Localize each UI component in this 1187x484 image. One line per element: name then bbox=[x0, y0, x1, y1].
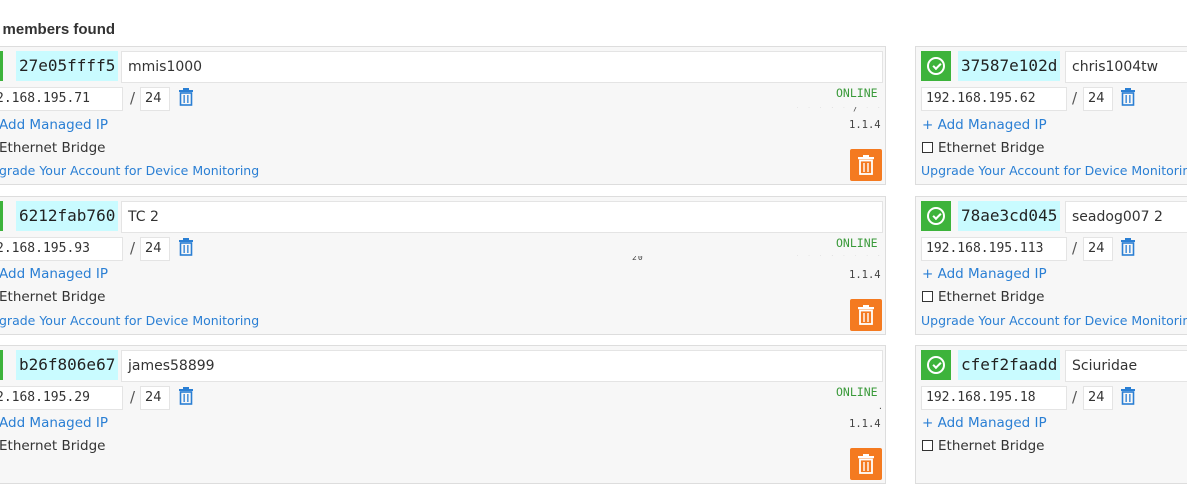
ethernet-bridge-checkbox[interactable] bbox=[922, 291, 933, 302]
upgrade-account-link[interactable]: Upgrade Your Account for Device Monitori… bbox=[921, 163, 1187, 178]
status-online: ONLINE bbox=[836, 236, 878, 250]
delete-member-button[interactable] bbox=[850, 448, 882, 480]
upgrade-account-link[interactable]: grade Your Account for Device Monitoring bbox=[0, 163, 259, 178]
managed-ip-input[interactable]: 2.168.195.71 bbox=[0, 87, 123, 111]
truncated-text: . bbox=[878, 405, 884, 411]
add-managed-ip-link[interactable]: Add Managed IP bbox=[0, 415, 108, 431]
member-name-input[interactable]: Sciuridae bbox=[1065, 350, 1187, 382]
ip-mask-input[interactable]: 24 bbox=[1083, 87, 1113, 111]
check-circle-icon[interactable] bbox=[0, 350, 3, 380]
trash-icon[interactable] bbox=[1120, 88, 1136, 106]
ethernet-bridge-checkbox[interactable] bbox=[922, 440, 933, 451]
ip-slash: / bbox=[130, 89, 136, 107]
ip-mask-input[interactable]: 24 bbox=[140, 386, 170, 410]
ip-mask-input[interactable]: 24 bbox=[140, 87, 170, 111]
node-id[interactable]: 78ae3cd045 bbox=[958, 201, 1061, 231]
node-id[interactable]: b26f806e67 bbox=[16, 350, 119, 380]
member-card: 78ae3cd045 seadog007 2 192.168.195.113 /… bbox=[915, 196, 1187, 335]
ip-slash: / bbox=[130, 239, 136, 257]
ethernet-bridge-checkbox[interactable] bbox=[922, 142, 933, 153]
delete-member-button[interactable] bbox=[850, 149, 882, 181]
delete-member-button[interactable] bbox=[850, 299, 882, 331]
member-card: 37587e102d chris1004tw 192.168.195.62 / … bbox=[915, 46, 1187, 185]
ip-mask-input[interactable]: 24 bbox=[1083, 386, 1113, 410]
ip-slash: / bbox=[1072, 89, 1078, 107]
check-circle-icon[interactable] bbox=[0, 201, 3, 231]
trash-icon[interactable] bbox=[178, 238, 194, 256]
client-version: 1.1.4 bbox=[849, 269, 881, 281]
ip-mask-input[interactable]: 24 bbox=[1083, 237, 1113, 261]
add-managed-ip-link[interactable]: Add Managed IP bbox=[0, 266, 108, 282]
trash-icon[interactable] bbox=[178, 387, 194, 405]
check-circle-icon[interactable] bbox=[0, 51, 3, 81]
managed-ip-input[interactable]: 192.168.195.113 bbox=[921, 237, 1067, 261]
client-version: 1.1.4 bbox=[849, 418, 881, 430]
add-managed-ip-link[interactable]: + Add Managed IP bbox=[922, 266, 1047, 282]
node-id[interactable]: 6212fab760 bbox=[16, 201, 119, 231]
trash-icon[interactable] bbox=[1120, 238, 1136, 256]
check-circle-icon[interactable] bbox=[921, 350, 951, 380]
ethernet-bridge-label: Ethernet Bridge bbox=[938, 289, 1045, 305]
member-name-input[interactable]: seadog007 2 bbox=[1065, 201, 1187, 233]
upgrade-account-link[interactable]: Upgrade Your Account for Device Monitori… bbox=[921, 313, 1187, 328]
check-circle-icon[interactable] bbox=[921, 201, 951, 231]
member-name-input[interactable]: james58899 bbox=[121, 350, 883, 382]
ip-mask-input[interactable]: 24 bbox=[140, 237, 170, 261]
ethernet-bridge-label: Ethernet Bridge bbox=[0, 289, 106, 305]
member-card: cfef2faadd Sciuridae 192.168.195.18 / 24… bbox=[915, 345, 1187, 484]
truncated-text: ' ' ' ' ' / ' ' ' ' ' ) bbox=[795, 107, 880, 113]
ip-slash: / bbox=[1072, 239, 1078, 257]
trash-icon[interactable] bbox=[1120, 387, 1136, 405]
upgrade-account-link[interactable]: grade Your Account for Device Monitoring bbox=[0, 313, 259, 328]
client-version: 1.1.4 bbox=[849, 119, 881, 131]
member-name-input[interactable]: TC 2 bbox=[121, 201, 883, 233]
add-managed-ip-link[interactable]: + Add Managed IP bbox=[922, 117, 1047, 133]
add-managed-ip-link[interactable]: Add Managed IP bbox=[0, 117, 108, 133]
member-card: b26f806e67 james58899 2.168.195.29 / 24 … bbox=[0, 345, 886, 484]
node-id[interactable]: cfef2faadd bbox=[958, 350, 1061, 380]
ethernet-bridge-label: Ethernet Bridge bbox=[0, 140, 106, 156]
ethernet-bridge-label: Ethernet Bridge bbox=[0, 438, 106, 454]
member-card: 6212fab760 TC 2 2.168.195.93 / 24 Add Ma… bbox=[0, 196, 886, 335]
check-circle-icon[interactable] bbox=[921, 51, 951, 81]
member-name-input[interactable]: chris1004tw bbox=[1065, 51, 1187, 83]
ip-slash: / bbox=[130, 388, 136, 406]
truncated-text: 20 bbox=[632, 256, 644, 262]
member-name-input[interactable]: mmis1000 bbox=[121, 51, 883, 83]
managed-ip-input[interactable]: 2.168.195.93 bbox=[0, 237, 123, 261]
status-online: ONLINE bbox=[836, 385, 878, 399]
add-managed-ip-link[interactable]: + Add Managed IP bbox=[922, 415, 1047, 431]
managed-ip-input[interactable]: 192.168.195.62 bbox=[921, 87, 1067, 111]
ip-slash: / bbox=[1072, 388, 1078, 406]
ethernet-bridge-label: Ethernet Bridge bbox=[938, 438, 1045, 454]
managed-ip-input[interactable]: 192.168.195.18 bbox=[921, 386, 1067, 410]
trash-icon[interactable] bbox=[178, 88, 194, 106]
member-card: 27e05ffff5 mmis1000 2.168.195.71 / 24 Ad… bbox=[0, 46, 886, 185]
node-id[interactable]: 37587e102d bbox=[958, 51, 1061, 81]
status-online: ONLINE bbox=[836, 86, 878, 100]
managed-ip-input[interactable]: 2.168.195.29 bbox=[0, 386, 123, 410]
node-id[interactable]: 27e05ffff5 bbox=[16, 51, 119, 81]
members-count: 5 members found bbox=[0, 21, 116, 38]
ethernet-bridge-label: Ethernet Bridge bbox=[938, 140, 1045, 156]
truncated-text: ' ' ' ' ' ' ' ' ' ' ' f bbox=[795, 255, 880, 261]
